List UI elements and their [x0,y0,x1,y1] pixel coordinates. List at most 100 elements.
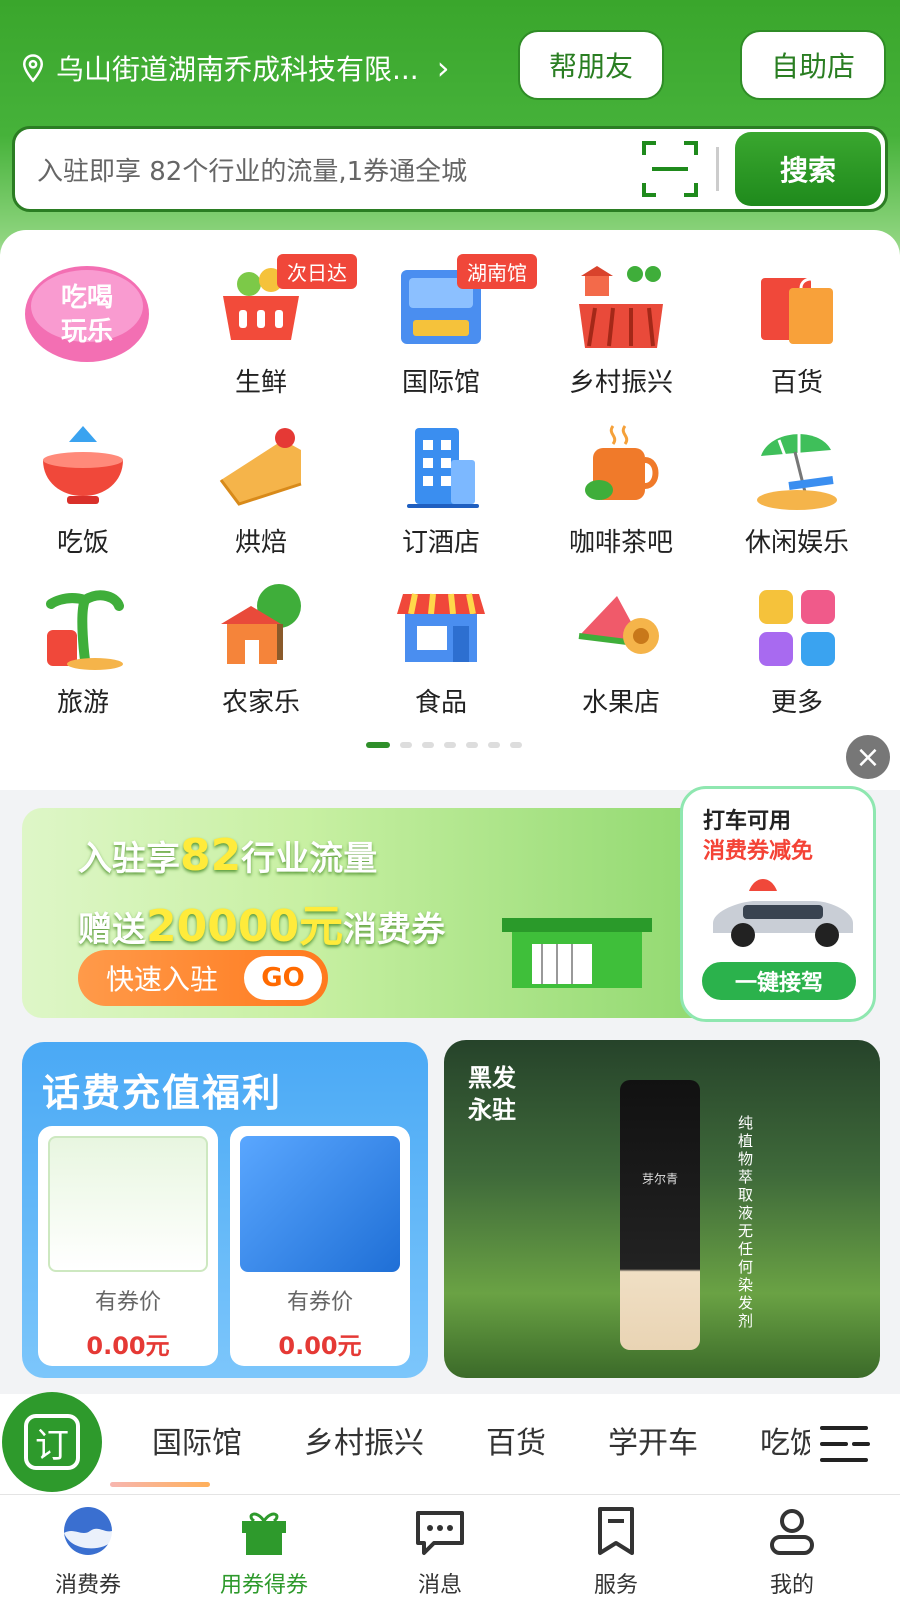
category-meal[interactable]: 吃饭 [8,420,158,559]
close-icon[interactable]: × [846,735,890,779]
category-eat-drink-play[interactable]: 吃喝 玩乐 [12,264,162,364]
nav-coupons[interactable]: 消费券 [28,1503,148,1599]
food-store-icon [393,580,489,676]
category-fresh[interactable]: 次日达 生鲜 [186,254,357,399]
profile-icon [770,1509,814,1555]
farmhouse-icon [213,580,309,676]
category-international[interactable]: 湖南馆 国际馆 [366,254,537,399]
category-label: 国际馆 [401,368,480,398]
category-tabs: 国际馆 乡村振兴 百货 学开车 吃饭 [152,1418,810,1462]
hair-product-ad[interactable]: 黑发 永驻 芽尔青 纯植物萃取液 无任何染发剂 [444,1040,880,1378]
coffee-icon [573,420,669,516]
nav-label: 消息 [417,1573,462,1598]
banner-line1: 入驻享82行业流量 [78,830,378,881]
nav-profile[interactable]: 我的 [732,1503,852,1599]
store-illustration [502,918,652,988]
ad-vertical-text: 纯植物萃取液 无任何染发剂 [738,1114,754,1330]
product-card[interactable]: 有券价 0.00元 [38,1126,218,1366]
category-label: 乡村振兴 [568,368,673,398]
location-selector[interactable]: 乌山街道湖南乔成科技有限... › [18,48,450,88]
product-image [240,1136,400,1272]
category-label: 休闲娱乐 [744,528,849,558]
divider [716,147,719,191]
category-coffee[interactable]: 咖啡茶吧 [546,420,696,559]
nav-label: 消费券 [54,1573,121,1598]
active-tab-indicator [110,1482,210,1487]
category-bakery[interactable]: 烘焙 [186,420,336,559]
order-button[interactable]: 订 [2,1392,102,1492]
page-indicator [366,742,522,748]
go-button: GO [244,956,322,1000]
eat-drink-play-icon: 吃喝 玩乐 [24,264,150,364]
banner-line2: 赠送20000元消费券 [78,901,446,952]
category-hotel[interactable]: 订酒店 [366,420,516,559]
service-bookmark-icon [598,1507,634,1555]
category-farmhouse[interactable]: 农家乐 [186,580,336,719]
taxi-subtitle: 消费券减免 [703,839,814,864]
tab-international[interactable]: 国际馆 [152,1418,242,1462]
tab-department[interactable]: 百货 [486,1418,546,1462]
product-bottle: 芽尔青 [620,1080,700,1350]
shopping-bag-icon [749,260,845,356]
category-label: 更多 [770,688,823,718]
category-label: 百货 [770,368,823,398]
phone-card-title: 话费充值福利 [42,1071,283,1115]
chevron-right-icon: › [436,49,450,87]
nav-use-coupons[interactable]: 用券得券 [204,1503,324,1599]
car-icon [713,879,853,947]
help-friend-button[interactable]: 帮朋友 [518,30,664,100]
self-store-button[interactable]: 自助店 [740,30,886,100]
category-label: 吃饭 [56,528,109,558]
category-travel[interactable]: 旅游 [8,580,158,719]
quick-join-button[interactable]: 快速入驻 GO [78,950,328,1006]
category-fruit[interactable]: 水果店 [546,580,696,719]
category-food[interactable]: 食品 [366,580,516,719]
category-label: 咖啡茶吧 [568,528,673,558]
nav-messages[interactable]: 消息 [380,1503,500,1599]
coupon-price-label: 有券价 [286,1290,353,1315]
nav-service[interactable]: 服务 [556,1503,676,1599]
product-price: 0.00元 [278,1332,362,1360]
category-label: 旅游 [56,688,109,718]
order-label: 订 [24,1414,80,1470]
phone-recharge-card[interactable]: 话费充值福利 有券价 0.00元 有券价 0.00元 [22,1042,428,1378]
watermelon-icon [573,580,669,676]
category-rural[interactable]: 乡村振兴 [546,260,696,399]
eat-drink-play-line1: 吃喝 [61,283,113,313]
hotel-icon [393,420,489,516]
nav-label: 服务 [593,1573,638,1598]
eat-drink-play-line2: 玩乐 [61,317,113,347]
rural-revival-icon [573,260,669,356]
category-label: 订酒店 [401,528,480,558]
product-card[interactable]: 有券价 0.00元 [230,1126,410,1366]
location-pin-icon [22,54,44,83]
join-banner[interactable]: 入驻享82行业流量 赠送20000元消费券 快速入驻 GO [22,808,722,1018]
nav-label: 用券得券 [219,1573,308,1598]
search-input[interactable]: 入驻即享 82个行业的流量,1券通全城 [37,151,638,188]
international-hall-icon: 湖南馆 [393,254,537,356]
taxi-coupon-card[interactable]: 打车可用 消费券减免 一键接驾 [680,786,876,1022]
more-grid-icon [749,580,845,676]
tab-rural[interactable]: 乡村振兴 [304,1418,424,1462]
brand-label: 芽尔青 [641,1172,678,1186]
category-grid: 吃喝 玩乐 次日达 生鲜 湖南馆 国际馆 乡村振兴 百货 吃饭 烘焙 订酒店 咖… [0,230,900,790]
location-text: 乌山街道湖南乔成科技有限... [56,53,419,86]
category-label: 水果店 [581,688,660,718]
tab-driving[interactable]: 学开车 [608,1418,698,1462]
category-leisure[interactable]: 休闲娱乐 [722,420,872,559]
search-bar[interactable]: 入驻即享 82个行业的流量,1券通全城 搜索 [12,126,888,212]
tab-meal[interactable]: 吃饭 [760,1418,810,1462]
scan-icon[interactable] [638,137,702,201]
coupon-icon [64,1507,112,1555]
coupon-price-label: 有券价 [94,1290,161,1315]
bottom-nav: 消费券 用券得券 消息 服务 我的 [0,1494,900,1600]
cake-icon [213,420,309,516]
nav-label: 我的 [769,1573,814,1598]
category-department[interactable]: 百货 [722,260,872,399]
one-tap-pickup-button[interactable]: 一键接驾 [699,959,859,1003]
menu-icon[interactable] [818,1420,888,1468]
travel-palm-icon [35,580,131,676]
search-button[interactable]: 搜索 [735,132,881,206]
taxi-title: 打车可用 [703,809,792,834]
category-more[interactable]: 更多 [722,580,872,719]
